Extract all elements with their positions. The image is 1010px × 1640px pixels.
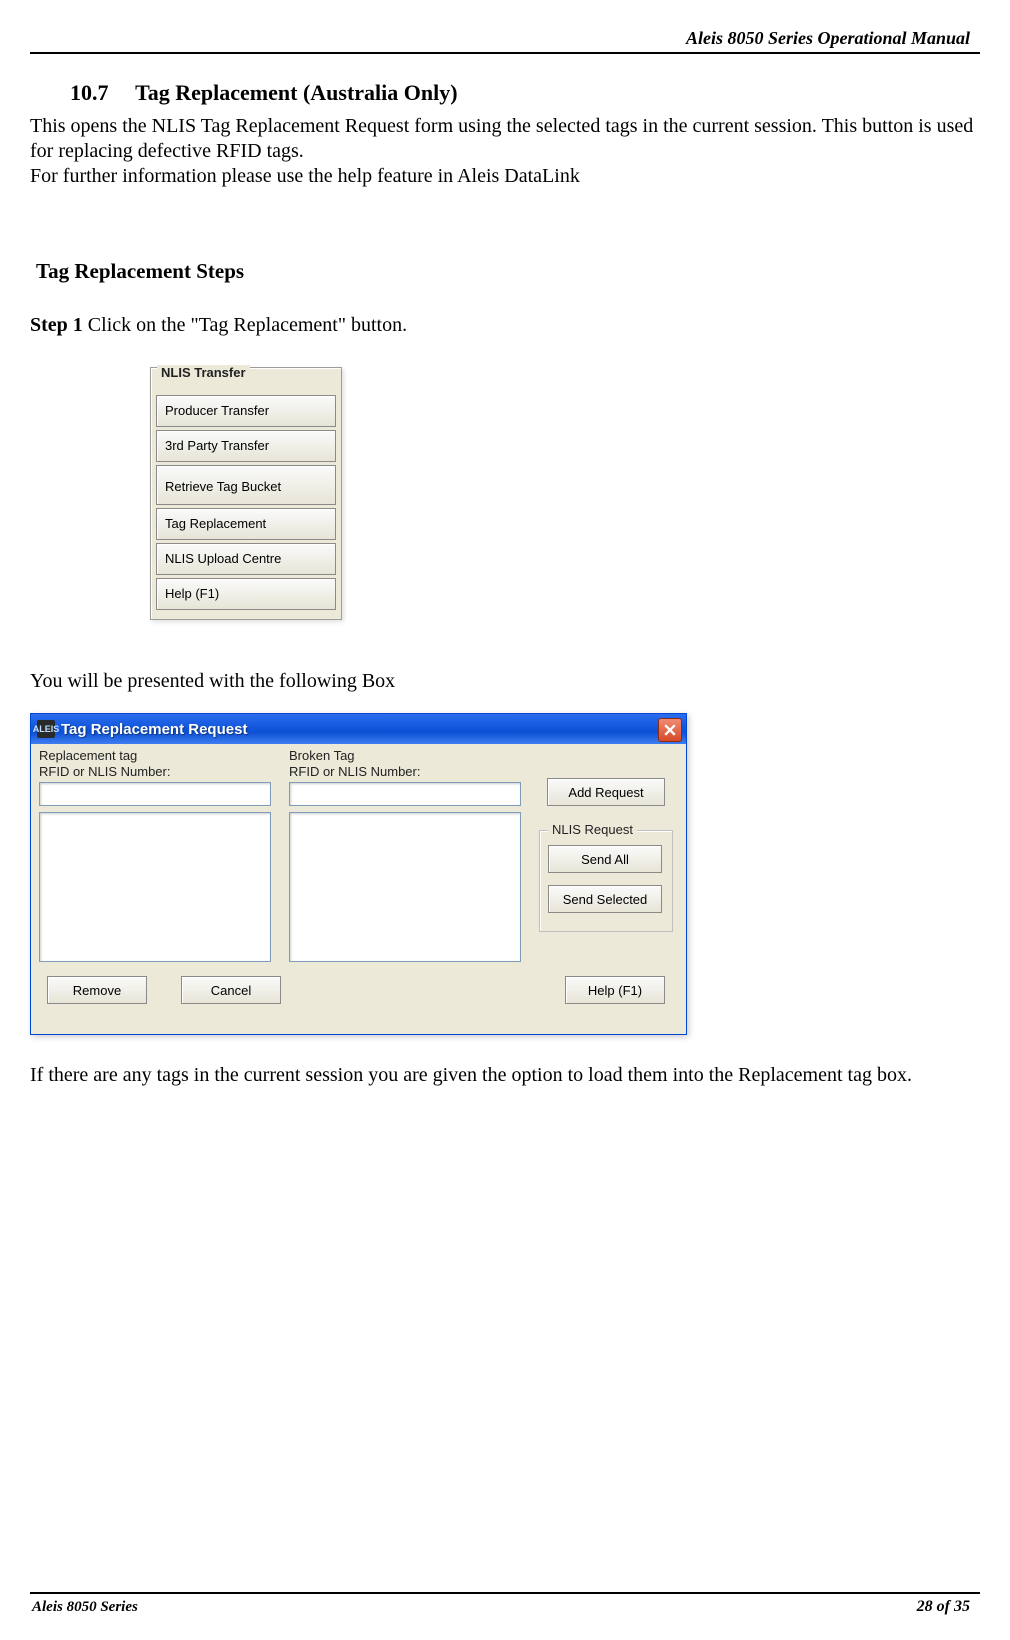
present-line: You will be presented with the following… <box>30 670 980 693</box>
nlis-menu-legend: NLIS Transfer <box>157 365 250 380</box>
replacement-tag-label-1: Replacement tag <box>39 748 137 763</box>
replacement-tag-list[interactable] <box>39 812 271 962</box>
close-button[interactable] <box>658 718 682 742</box>
remove-button[interactable]: Remove <box>47 976 147 1004</box>
close-icon <box>664 724 676 736</box>
section-heading: 10.7 Tag Replacement (Australia Only) <box>70 80 980 106</box>
step-1-text: Click on the "Tag Replacement" button. <box>83 314 407 336</box>
step-1-line: Step 1 Click on the "Tag Replacement" bu… <box>30 314 980 337</box>
section-number: 10.7 <box>70 80 130 106</box>
menu-tag-replacement-button[interactable]: Tag Replacement <box>156 508 336 540</box>
nlis-menu-panel: NLIS Transfer Producer Transfer 3rd Part… <box>150 367 342 620</box>
send-selected-button[interactable]: Send Selected <box>548 885 662 913</box>
menu-3rd-party-transfer-button[interactable]: 3rd Party Transfer <box>156 430 336 462</box>
section-intro-1: This opens the NLIS Tag Replacement Requ… <box>30 114 980 164</box>
menu-producer-transfer-button[interactable]: Producer Transfer <box>156 395 336 427</box>
nlis-request-group: NLIS Request Send All Send Selected <box>539 830 673 932</box>
nlis-menu-legend-wrap: NLIS Transfer <box>151 374 341 392</box>
footer-rule <box>30 1592 980 1594</box>
menu-help-button[interactable]: Help (F1) <box>156 578 336 610</box>
broken-tag-label-2: RFID or NLIS Number: <box>289 764 420 779</box>
header-doc-title: Aleis 8050 Series Operational Manual <box>686 28 970 49</box>
section-title: Tag Replacement (Australia Only) <box>135 80 457 105</box>
header-rule <box>30 52 980 54</box>
broken-tag-label-1: Broken Tag <box>289 748 355 763</box>
step-1-label: Step 1 <box>30 314 83 336</box>
menu-retrieve-tag-bucket-button[interactable]: Retrieve Tag Bucket <box>156 465 336 505</box>
dialog-body: Replacement tag RFID or NLIS Number: Bro… <box>31 744 686 1034</box>
cancel-button[interactable]: Cancel <box>181 976 281 1004</box>
send-all-button[interactable]: Send All <box>548 845 662 873</box>
add-request-button[interactable]: Add Request <box>547 778 665 806</box>
section-intro-2: For further information please use the h… <box>30 164 980 189</box>
footer-left: Aleis 8050 Series <box>32 1599 138 1616</box>
follow-text: If there are any tags in the current ses… <box>30 1063 980 1088</box>
footer-right: 28 of 35 <box>917 1598 970 1616</box>
dialog-titlebar: ALEIS Tag Replacement Request <box>31 714 686 744</box>
broken-tag-list[interactable] <box>289 812 521 962</box>
help-button[interactable]: Help (F1) <box>565 976 665 1004</box>
app-icon: ALEIS <box>37 720 55 738</box>
tag-replacement-dialog: ALEIS Tag Replacement Request Replacemen… <box>30 713 687 1035</box>
replacement-tag-label-2: RFID or NLIS Number: <box>39 764 170 779</box>
broken-tag-input[interactable] <box>289 782 521 806</box>
steps-heading: Tag Replacement Steps <box>36 259 980 284</box>
dialog-title: Tag Replacement Request <box>61 721 247 738</box>
replacement-tag-input[interactable] <box>39 782 271 806</box>
menu-nlis-upload-centre-button[interactable]: NLIS Upload Centre <box>156 543 336 575</box>
nlis-request-group-label: NLIS Request <box>548 822 637 837</box>
